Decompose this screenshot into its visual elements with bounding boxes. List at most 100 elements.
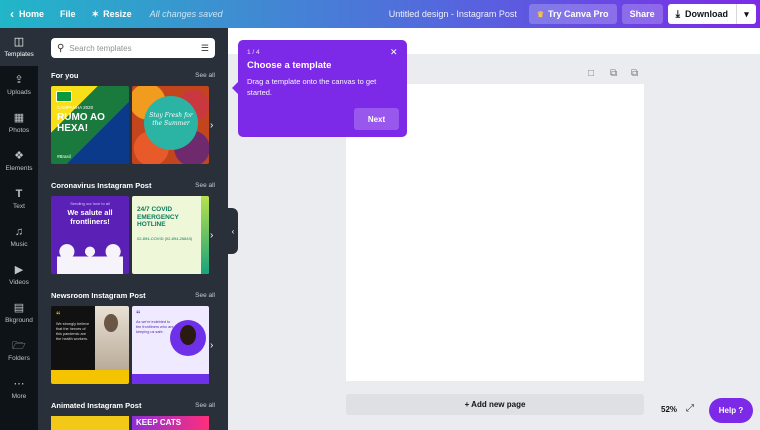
close-icon[interactable]: ✕ xyxy=(390,47,398,58)
rail-label: Folders xyxy=(8,355,30,362)
elements-icon: ❖ xyxy=(14,150,24,162)
rail-item-background[interactable]: ▤ Bkground xyxy=(0,294,38,332)
template-thumbnail[interactable]: Stay Fresh for the Summer xyxy=(132,86,209,164)
rail-item-photos[interactable]: ▦ Photos xyxy=(0,104,38,142)
crown-icon: ♛ xyxy=(536,9,545,19)
rail-label: Templates xyxy=(4,51,34,58)
chevron-down-icon[interactable]: ▾ xyxy=(736,4,756,24)
rail-item-text[interactable]: T Text xyxy=(0,180,38,218)
try-pro-label: Try Canva Pro xyxy=(548,9,609,19)
note-icon[interactable]: □ xyxy=(588,68,594,79)
template-text: RUMO AO HEXA! xyxy=(57,112,105,134)
template-thumbnail[interactable]: Sending our love to all We salute all fr… xyxy=(51,196,129,274)
template-text: 24/7 COVID EMERGENCY HOTLINE xyxy=(137,206,179,228)
search-icon: ⚲ xyxy=(57,42,65,54)
rail-item-music[interactable]: ♫ Music xyxy=(0,218,38,256)
share-button[interactable]: Share xyxy=(621,4,663,24)
template-thumbnail[interactable] xyxy=(51,416,129,430)
onboarding-tooltip: 1 / 4 ✕ Choose a template Drag a templat… xyxy=(232,40,407,137)
rail-item-elements[interactable]: ❖ Elements xyxy=(0,142,38,180)
try-canva-pro-button[interactable]: ♛ Try Canva Pro xyxy=(528,4,617,24)
section-title: Animated Instagram Post xyxy=(51,401,142,410)
download-icon: ⤓ xyxy=(675,8,680,20)
home-button[interactable]: ‹ Home xyxy=(0,0,52,28)
template-thumbnail[interactable]: “ As we're indebted to the frontliners w… xyxy=(132,306,209,384)
see-all-link[interactable]: See all xyxy=(195,182,215,189)
share-label: Share xyxy=(629,9,655,19)
chevron-right-icon[interactable]: › xyxy=(210,230,213,241)
rail-label: Videos xyxy=(9,279,29,286)
help-button[interactable]: Help ? xyxy=(709,398,753,423)
collapse-panel-button[interactable]: ‹ xyxy=(228,208,238,254)
rail-label: Photos xyxy=(8,127,30,134)
photo-icon: ▦ xyxy=(13,112,25,124)
folder-icon: 🗁 xyxy=(12,340,26,352)
section-title: Coronavirus Instagram Post xyxy=(51,181,152,190)
add-page-icon[interactable]: ⧉ xyxy=(631,68,638,79)
chevron-right-icon[interactable]: › xyxy=(210,120,213,131)
rail-label: Uploads xyxy=(7,89,31,96)
video-icon: ▶ xyxy=(14,264,24,276)
save-status: All changes saved xyxy=(149,9,223,19)
file-menu-button[interactable]: File xyxy=(52,0,84,28)
next-button[interactable]: Next xyxy=(354,108,399,130)
rail-label: Music xyxy=(10,241,28,248)
rail-item-videos[interactable]: ▶ Videos xyxy=(0,256,38,294)
portrait-photo xyxy=(95,306,129,370)
rail-label: Bkground xyxy=(5,317,33,324)
chevron-left-icon: ‹ xyxy=(10,7,14,21)
home-label: Home xyxy=(19,9,45,19)
template-thumbnail[interactable]: 24/7 COVID EMERGENCY HOTLINE 02-894-COVI… xyxy=(132,196,209,274)
template-thumbnail[interactable]: KEEP CATS xyxy=(132,416,209,430)
rail-item-more[interactable]: ⋯ More xyxy=(0,370,38,408)
template-thumbnail[interactable]: “ We strongly believe that the heroes of… xyxy=(51,306,129,384)
template-text: As we're indebted to the frontliners who… xyxy=(136,320,174,334)
duplicate-page-icon[interactable]: ⧉ xyxy=(610,68,617,79)
portrait-photo xyxy=(170,320,206,356)
zoom-level[interactable]: 52% xyxy=(661,405,677,414)
fullscreen-icon[interactable]: ⤢ xyxy=(686,403,694,414)
rail-label: More xyxy=(11,393,27,400)
template-text: #Brasil xyxy=(57,154,71,159)
template-text: Stay Fresh for the Summer xyxy=(144,96,198,150)
rail-item-folders[interactable]: 🗁 Folders xyxy=(0,332,38,370)
quote-mark: “ xyxy=(136,309,141,319)
section-title: Newsroom Instagram Post xyxy=(51,291,146,300)
flag-icon xyxy=(56,91,72,102)
template-text: CAMPANHA 2020 xyxy=(57,105,94,110)
template-text: Sending our love to all xyxy=(70,201,110,206)
templates-icon: ◫ xyxy=(13,36,25,48)
rail-item-uploads[interactable]: ⇪ Uploads xyxy=(0,66,38,104)
more-icon: ⋯ xyxy=(13,378,25,390)
see-all-link[interactable]: See all xyxy=(195,402,215,409)
rail-label: Elements xyxy=(5,165,33,172)
rail-label: Text xyxy=(13,203,25,210)
template-thumbnail[interactable]: CAMPANHA 2020 RUMO AO HEXA! #Brasil xyxy=(51,86,129,164)
template-text: We strongly believe that the heroes of t… xyxy=(56,322,90,341)
section-title: For you xyxy=(51,71,79,80)
tooltip-body: Drag a template onto the canvas to get s… xyxy=(247,77,377,97)
see-all-link[interactable]: See all xyxy=(195,72,215,79)
chevron-left-icon: ‹ xyxy=(231,226,235,236)
download-button[interactable]: ⤓ Download ▾ xyxy=(667,4,756,24)
design-title[interactable]: Untitled design - Instagram Post xyxy=(381,0,529,28)
text-icon: T xyxy=(15,188,23,200)
chevron-right-icon[interactable]: › xyxy=(210,340,213,351)
left-rail: ◫ Templates ⇪ Uploads ▦ Photos ❖ Element… xyxy=(0,28,38,430)
search-bar[interactable]: ⚲ ☰ xyxy=(51,38,215,58)
background-icon: ▤ xyxy=(13,302,25,314)
filter-icon[interactable]: ☰ xyxy=(201,43,209,54)
tooltip-title: Choose a template xyxy=(247,60,332,71)
music-icon: ♫ xyxy=(14,226,24,238)
quote-mark: “ xyxy=(56,310,61,320)
template-text: 02-894-COVID (02-894-26843) xyxy=(137,236,193,241)
sparkle-icon: ✶ xyxy=(91,8,100,19)
search-input[interactable] xyxy=(64,43,201,53)
resize-button[interactable]: ✶ Resize xyxy=(84,0,140,28)
file-label: File xyxy=(60,9,76,19)
add-new-page-button[interactable]: + Add new page xyxy=(346,394,644,415)
top-bar: ‹ Home File ✶ Resize All changes saved U… xyxy=(0,0,760,28)
rail-item-templates[interactable]: ◫ Templates xyxy=(0,28,38,66)
tooltip-step: 1 / 4 xyxy=(247,49,260,56)
see-all-link[interactable]: See all xyxy=(195,292,215,299)
